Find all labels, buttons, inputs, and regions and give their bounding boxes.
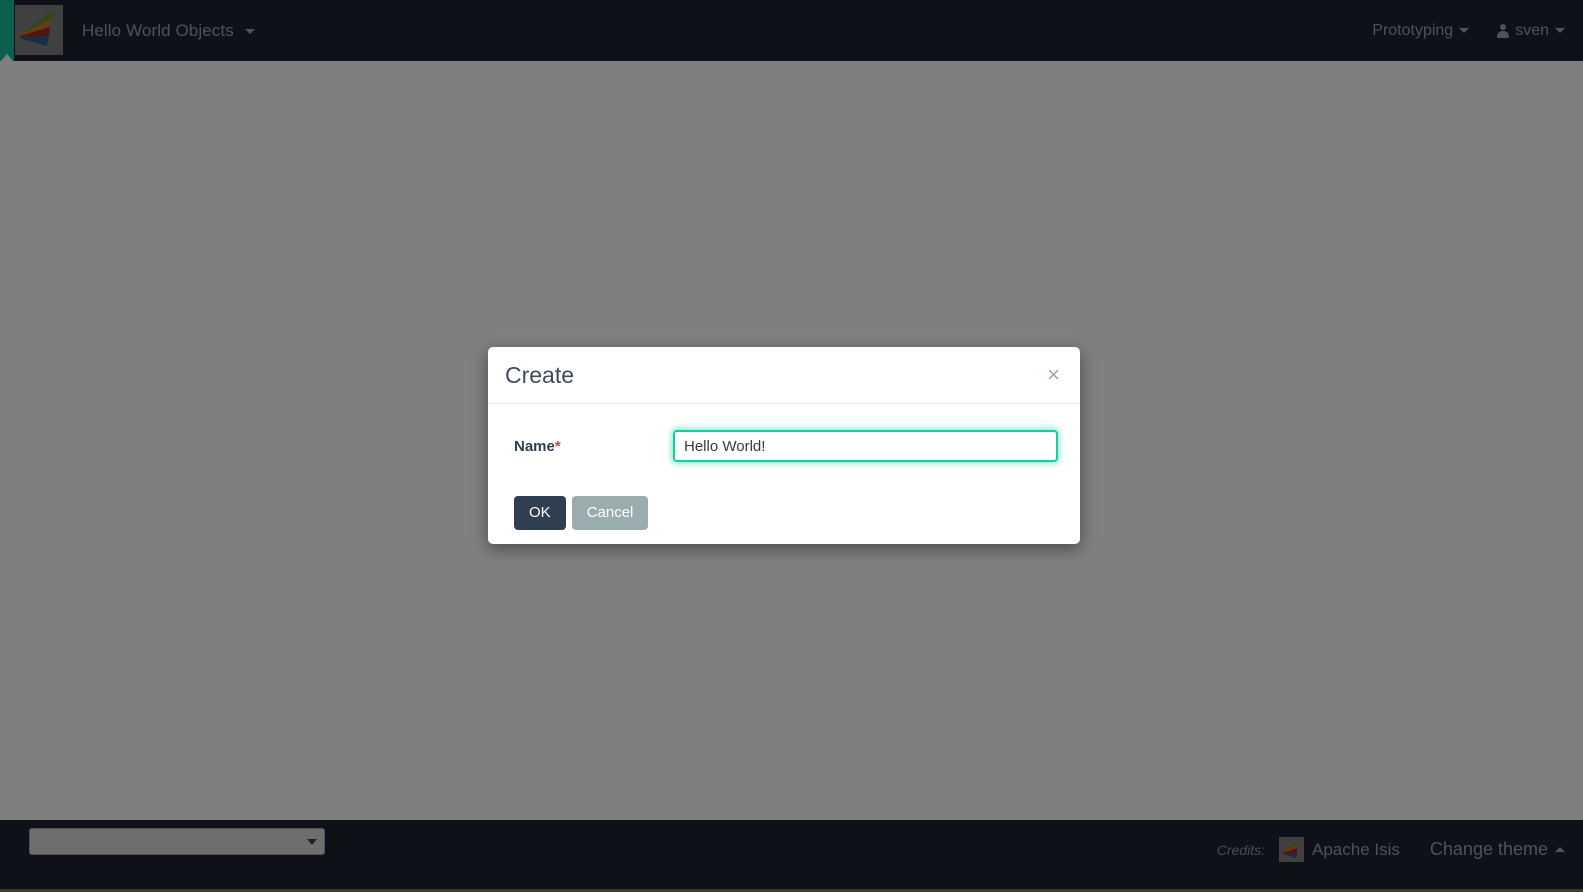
cancel-button[interactable]: Cancel (571, 496, 649, 530)
required-marker: * (554, 438, 561, 455)
modal-button-group: OK Cancel (514, 496, 649, 530)
app-page: Hello World Objects Prototyping sven Cre… (0, 0, 1583, 892)
name-field-label: Name* (510, 430, 653, 455)
name-field-label-text: Name (514, 438, 555, 455)
name-input[interactable] (673, 430, 1058, 462)
modal-header: Create × (488, 347, 1080, 404)
close-icon[interactable]: × (1041, 360, 1066, 390)
modal-body: Name* OK Cancel (488, 404, 1080, 544)
create-modal-dialog: Create × Name* OK Cancel (488, 347, 1080, 544)
name-field-row: Name* (510, 430, 1058, 462)
ok-button[interactable]: OK (514, 496, 566, 530)
name-field-input-wrap (653, 430, 1058, 462)
modal-title: Create (505, 361, 575, 388)
